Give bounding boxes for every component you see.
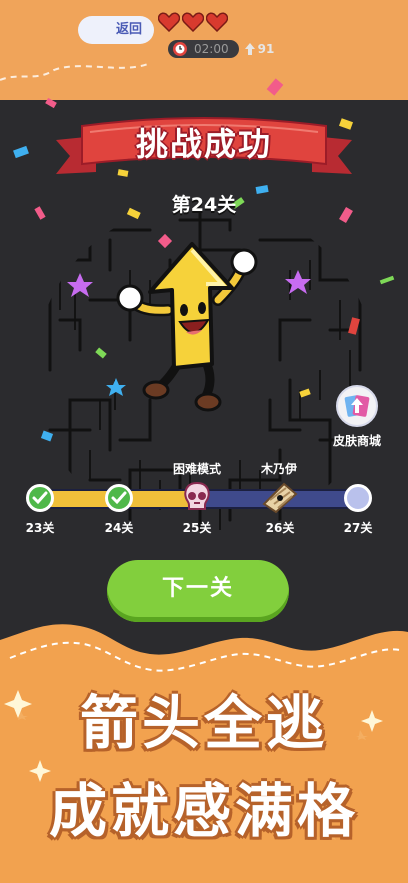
- skin-shop-label: 皮肤商城: [332, 434, 381, 448]
- shop-icon: [344, 395, 370, 417]
- level-node-24: [105, 484, 133, 512]
- heart-icon: [158, 12, 180, 32]
- level-label-23: 23关: [25, 521, 55, 535]
- level-number: 第24关: [171, 194, 237, 216]
- timer-value: 02:00: [194, 42, 229, 56]
- heart-icon: [182, 12, 204, 32]
- promo-slogan-line-1: 箭头全逃: [79, 689, 328, 757]
- promo-slogan-line-2: 成就感满格: [48, 777, 359, 845]
- level-label-25: 25关: [182, 521, 212, 535]
- mummy-label: 木乃伊: [260, 462, 297, 476]
- arrow-mascot-icon: [116, 242, 258, 412]
- arrow-up-icon: [244, 43, 255, 55]
- mummy-reward-icon: [262, 482, 298, 514]
- skull-icon: [184, 481, 210, 510]
- level-node-27: [344, 484, 372, 512]
- result-title: 挑战成功: [135, 125, 272, 163]
- coin-value: 91: [257, 42, 275, 56]
- coin-count: 91: [244, 42, 275, 56]
- level-label-24: 24关: [104, 521, 134, 535]
- clock-icon: [173, 42, 187, 56]
- timer: 02:00: [168, 40, 239, 58]
- back-button[interactable]: 返回: [78, 16, 154, 44]
- level-label-26: 26关: [265, 521, 295, 535]
- level-label-27: 27关: [343, 521, 373, 535]
- skin-shop-button[interactable]: [336, 385, 378, 427]
- hud: 02:00 91: [168, 40, 274, 58]
- heart-icon: [206, 12, 228, 32]
- hard-mode-label: 困难模式: [172, 462, 221, 476]
- check-icon: [32, 491, 48, 505]
- lives: [158, 12, 228, 32]
- check-icon: [111, 491, 127, 505]
- next-level-button[interactable]: 下一关: [107, 560, 289, 622]
- level-node-23: [26, 484, 54, 512]
